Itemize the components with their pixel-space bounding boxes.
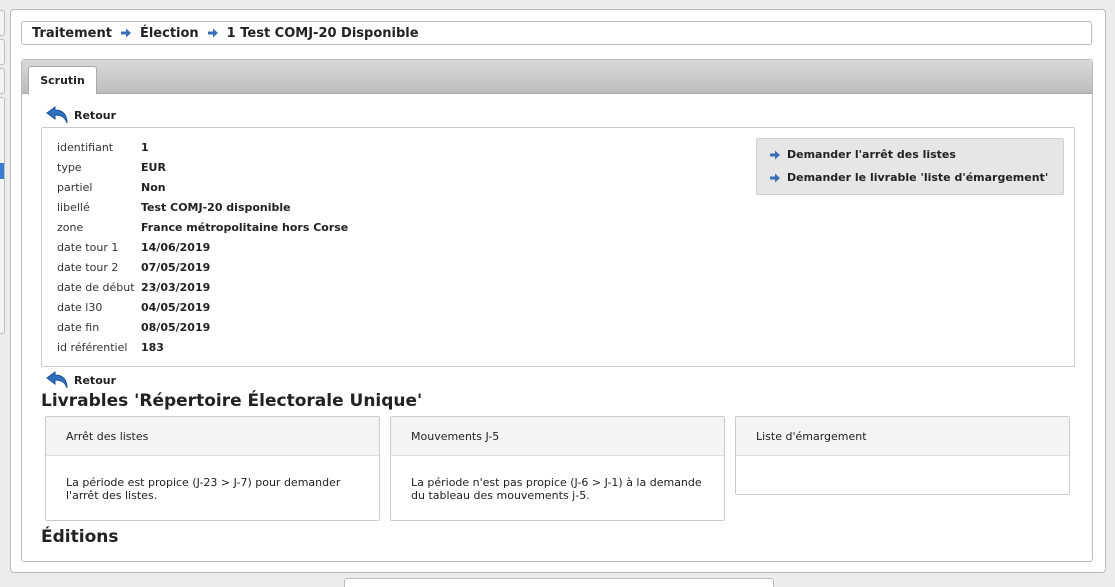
field-value: Non (141, 180, 166, 194)
field-value: Test COMJ-20 disponible (141, 200, 291, 214)
field-value: 08/05/2019 (141, 320, 211, 334)
arrow-right-icon (207, 28, 218, 38)
scrutin-details: identifiant 1 type EUR partiel Non libellé T… (41, 127, 1075, 367)
sidebar-panel-edge (0, 97, 5, 334)
left-sidebar-edge (0, 0, 6, 583)
field-row: partiel Non (57, 180, 166, 194)
card-title: Arrêt des listes (46, 417, 379, 456)
card-body (736, 456, 1069, 476)
field-row: identifiant 1 (57, 140, 149, 154)
card-liste-emargement: Liste d'émargement (735, 416, 1070, 495)
field-value: EUR (141, 160, 166, 174)
arrow-right-icon (120, 28, 131, 38)
field-row: date tour 2 07/05/2019 (57, 260, 210, 274)
arrow-right-icon (770, 150, 780, 159)
sidebar-tab-edge[interactable] (0, 10, 5, 36)
field-row: date l30 04/05/2019 (57, 300, 210, 314)
field-value: France métropolitaine hors Corse (141, 220, 349, 234)
back-label: Retour (74, 108, 117, 122)
back-label: Retour (74, 373, 117, 387)
tab-bar: Scrutin (22, 60, 1092, 94)
field-row: id référentiel 183 (57, 340, 164, 354)
action-label: Demander l'arrêt des listes (787, 148, 956, 161)
field-row: libellé Test COMJ-20 disponible (57, 200, 291, 214)
field-value: 23/03/2019 (141, 280, 211, 294)
back-link-bottom[interactable]: Retour (46, 370, 116, 390)
back-arrow-icon (46, 106, 68, 124)
breadcrumb-item-current: 1 Test COMJ-20 Disponible (226, 25, 419, 41)
field-row: date tour 1 14/06/2019 (57, 240, 210, 254)
card-mouvements-j5: Mouvements J-5 La période n'est pas prop… (390, 416, 725, 521)
field-row: date fin 08/05/2019 (57, 320, 210, 334)
field-value: 183 (141, 340, 164, 354)
field-value: 07/05/2019 (141, 260, 211, 274)
tab-scrutin[interactable]: Scrutin (28, 66, 97, 94)
breadcrumb-item-traitement[interactable]: Traitement (32, 26, 112, 41)
field-label: type (57, 160, 82, 174)
field-label: date fin (57, 320, 100, 334)
field-label: libellé (57, 200, 90, 214)
sidebar-selected-indicator (0, 163, 4, 179)
scrutin-panel: Scrutin Retour identifiant 1 type EUR part… (21, 59, 1093, 562)
card-title: Liste d'émargement (736, 417, 1069, 456)
card-title: Mouvements J-5 (391, 417, 724, 456)
field-label: partiel (57, 180, 93, 194)
field-label: date de début (57, 280, 135, 294)
actions-box: Demander l'arrêt des listes Demander le … (756, 138, 1064, 195)
breadcrumb: Traitement Élection 1 Test COMJ-20 Dispo… (21, 21, 1092, 45)
action-label: Demander le livrable 'liste d'émargement… (787, 171, 1049, 184)
field-value: 04/05/2019 (141, 300, 211, 314)
sidebar-tab-edge[interactable] (0, 68, 5, 94)
field-value: 1 (141, 140, 149, 154)
field-row: type EUR (57, 160, 166, 174)
field-label: zone (57, 220, 84, 234)
back-link-top[interactable]: Retour (46, 105, 116, 125)
sidebar-tab-edge[interactable] (0, 39, 5, 65)
field-label: date tour 1 (57, 240, 119, 254)
editions-title: Éditions (41, 527, 119, 547)
field-label: id référentiel (57, 340, 128, 354)
field-row: date de début 23/03/2019 (57, 280, 210, 294)
request-emargement-action[interactable]: Demander le livrable 'liste d'émargement… (769, 171, 1048, 184)
card-arret-des-listes: Arrêt des listes La période est propice … (45, 416, 380, 521)
arrow-right-icon (770, 173, 780, 182)
breadcrumb-item-election[interactable]: Élection (140, 26, 199, 41)
card-body: La période n'est pas propice (J-6 > J-1)… (411, 476, 702, 502)
field-label: identifiant (57, 140, 114, 154)
livrables-title: Livrables 'Répertoire Électorale Unique' (41, 391, 423, 411)
field-row: zone France métropolitaine hors Corse (57, 220, 348, 234)
field-value: 14/06/2019 (141, 240, 211, 254)
back-arrow-icon (46, 371, 68, 389)
request-list-freeze-action[interactable]: Demander l'arrêt des listes (769, 148, 956, 161)
card-body: La période est propice (J-23 > J-7) pour… (66, 476, 341, 502)
field-label: date tour 2 (57, 260, 119, 274)
field-label: date l30 (57, 300, 103, 314)
